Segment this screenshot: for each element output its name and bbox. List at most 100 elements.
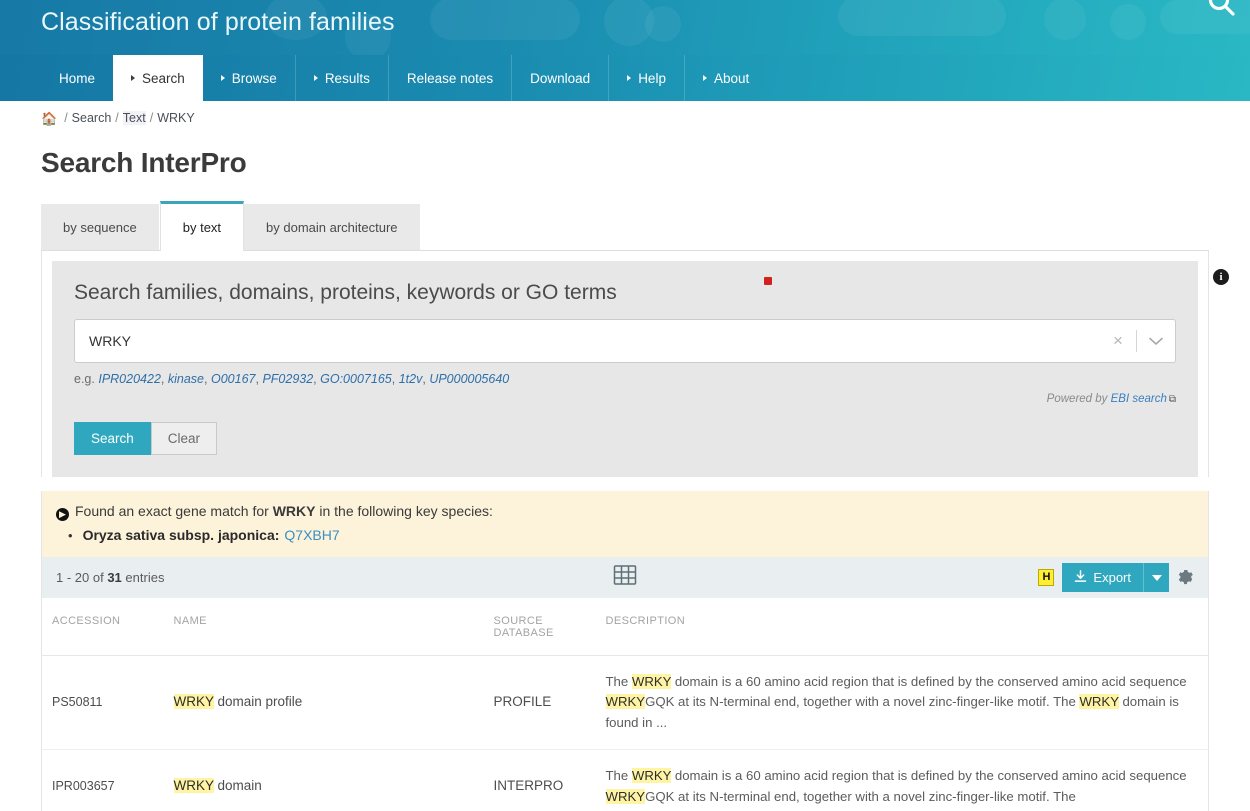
cell-name[interactable]: WRKY domain — [163, 749, 484, 811]
alert-main-line: ▶ Found an exact gene match for WRKY in … — [56, 503, 1194, 521]
column-header-source-line2: DATABASE — [493, 627, 554, 639]
example-link-go0007165[interactable]: GO:0007165 — [320, 372, 392, 386]
export-button[interactable]: Export — [1062, 563, 1143, 592]
example-link-o00167[interactable]: O00167 — [211, 372, 255, 386]
external-link-icon: ⧉ — [1168, 394, 1176, 405]
export-label: Export — [1093, 570, 1131, 585]
search-results-table: ACCESSION NAME SOURCE DATABASE DESCRIPTI… — [41, 598, 1209, 811]
export-button-group: Export — [1062, 563, 1169, 592]
entry-count: 1 - 20 of 31 entries — [56, 570, 164, 585]
description-text: The — [605, 674, 632, 689]
highlight-toggle-badge[interactable]: H — [1038, 569, 1055, 586]
cell-accession[interactable]: PS50811 — [41, 655, 164, 751]
header-decoration-bubble — [838, 0, 1006, 36]
cell-source-database: PROFILE — [483, 655, 596, 751]
name-highlight: WRKY — [173, 778, 214, 794]
table-header-row: ACCESSION NAME SOURCE DATABASE DESCRIPTI… — [41, 598, 1209, 656]
breadcrumb-item-search[interactable]: Search — [72, 111, 112, 125]
caret-right-icon — [627, 75, 632, 81]
nav-item-label: Search — [142, 70, 185, 86]
column-header-source-database[interactable]: SOURCE DATABASE — [483, 598, 596, 656]
breadcrumb-item-query[interactable]: WRKY — [157, 111, 195, 125]
chevron-down-icon[interactable] — [1137, 320, 1175, 362]
entry-count-suffix: entries — [125, 570, 165, 585]
nav-item-browse[interactable]: Browse — [203, 55, 295, 101]
settings-gear-icon[interactable] — [1177, 569, 1194, 586]
search-panel: i Search families, domains, proteins, ke… — [52, 261, 1229, 477]
search-field-group: × — [74, 319, 1176, 363]
nav-item-label: Help — [638, 70, 666, 86]
example-link-kinase[interactable]: kinase — [168, 372, 204, 386]
tab-by-text[interactable]: by text — [159, 201, 245, 251]
column-header-description[interactable]: DESCRIPTION — [595, 598, 1209, 656]
description-highlight: WRKY — [1079, 694, 1119, 710]
download-icon — [1074, 569, 1087, 586]
description-highlight: WRKY — [631, 674, 672, 689]
breadcrumb-item-text[interactable]: Text — [122, 111, 146, 125]
header-decoration-bubble — [430, 0, 580, 40]
example-link-1t2v[interactable]: 1t2v — [399, 372, 423, 386]
cell-accession[interactable]: IPR003657 — [41, 749, 164, 811]
description-text: domain is a 60 amino acid region that is… — [671, 768, 1187, 784]
tab-label: by sequence — [63, 219, 137, 235]
column-header-accession[interactable]: ACCESSION — [41, 598, 164, 656]
nav-item-label: About — [713, 70, 750, 86]
page-content: 🏠 / Search / Text / WRKY Search InterPro… — [0, 101, 1250, 811]
nav-item-label: Results — [324, 70, 370, 86]
description-highlight: WRKY — [605, 788, 646, 804]
results-toolbar: 1 - 20 of 31 entries H Export — [41, 557, 1209, 598]
nav-item-label: Browse — [231, 70, 277, 86]
alert-species-name: Oryza sativa subsp. japonica: — [82, 527, 280, 543]
main-navigation: Home Search Browse Results Release notes… — [0, 55, 1250, 101]
nav-item-download[interactable]: Download — [511, 55, 608, 101]
alert-text-before: Found an exact gene match for — [75, 503, 269, 519]
column-header-name[interactable]: NAME — [163, 598, 484, 656]
search-icon[interactable] — [1204, 0, 1238, 20]
nav-item-home[interactable]: Home — [41, 55, 113, 101]
toolbar-actions: H Export — [1038, 563, 1194, 592]
ebi-search-link[interactable]: EBI search — [1111, 393, 1167, 405]
cursor-marker — [764, 277, 772, 285]
nav-item-search[interactable]: Search — [113, 55, 203, 101]
table-body: PS50811 WRKY domain profile PROFILE The … — [41, 655, 1209, 811]
page-title: Search InterPro — [41, 147, 247, 178]
search-button[interactable]: Search — [74, 422, 151, 455]
description-text: The — [605, 768, 632, 784]
tab-by-domain-architecture[interactable]: by domain architecture — [244, 204, 421, 250]
clear-button[interactable]: Clear — [150, 422, 218, 455]
export-dropdown-toggle[interactable] — [1143, 563, 1169, 592]
description-highlight: WRKY — [605, 694, 646, 710]
search-mode-tabs: by sequence by text by domain architectu… — [41, 201, 1209, 251]
nav-item-help[interactable]: Help — [608, 55, 684, 101]
chevron-down-icon — [1151, 574, 1162, 581]
cell-name[interactable]: WRKY domain profile — [163, 655, 484, 751]
breadcrumb-separator: / — [149, 111, 154, 125]
search-panel-container: i Search families, domains, proteins, ke… — [41, 251, 1229, 477]
search-input[interactable] — [75, 320, 1100, 362]
entry-count-total: 31 — [107, 570, 122, 585]
table-row[interactable]: IPR003657 WRKY domain INTERPRO The WRKY … — [41, 749, 1209, 811]
caret-right-icon — [702, 75, 707, 81]
nav-item-results[interactable]: Results — [294, 55, 388, 101]
caret-right-icon — [313, 75, 318, 81]
table-row[interactable]: PS50811 WRKY domain profile PROFILE The … — [41, 655, 1209, 751]
cell-description: The WRKY domain is a 60 amino acid regio… — [595, 655, 1209, 751]
tab-label: by text — [182, 220, 222, 235]
name-highlight: WRKY — [173, 694, 214, 710]
info-icon[interactable]: i — [1213, 269, 1229, 285]
tab-by-sequence[interactable]: by sequence — [41, 204, 160, 250]
home-icon[interactable]: 🏠 — [41, 112, 57, 125]
table-head: ACCESSION NAME SOURCE DATABASE DESCRIPTI… — [41, 598, 1209, 656]
site-header: Classification of protein families — [0, 0, 1250, 55]
nav-item-release-notes[interactable]: Release notes — [387, 55, 511, 101]
cell-description: The WRKY domain is a 60 amino acid regio… — [595, 749, 1209, 811]
clear-input-icon[interactable]: × — [1100, 320, 1136, 362]
alert-protein-accession-link[interactable]: Q7XBH7 — [284, 527, 339, 543]
nav-item-about[interactable]: About — [683, 55, 767, 101]
example-link-ipr020422[interactable]: IPR020422 — [98, 372, 161, 386]
grid-view-icon[interactable] — [613, 563, 637, 592]
search-examples: e.g. IPR020422, kinase, O00167, PF02932,… — [74, 372, 510, 386]
breadcrumb: 🏠 / Search / Text / WRKY — [41, 101, 1209, 125]
example-link-pf02932[interactable]: PF02932 — [262, 372, 313, 386]
example-link-up000005640[interactable]: UP000005640 — [429, 372, 509, 386]
